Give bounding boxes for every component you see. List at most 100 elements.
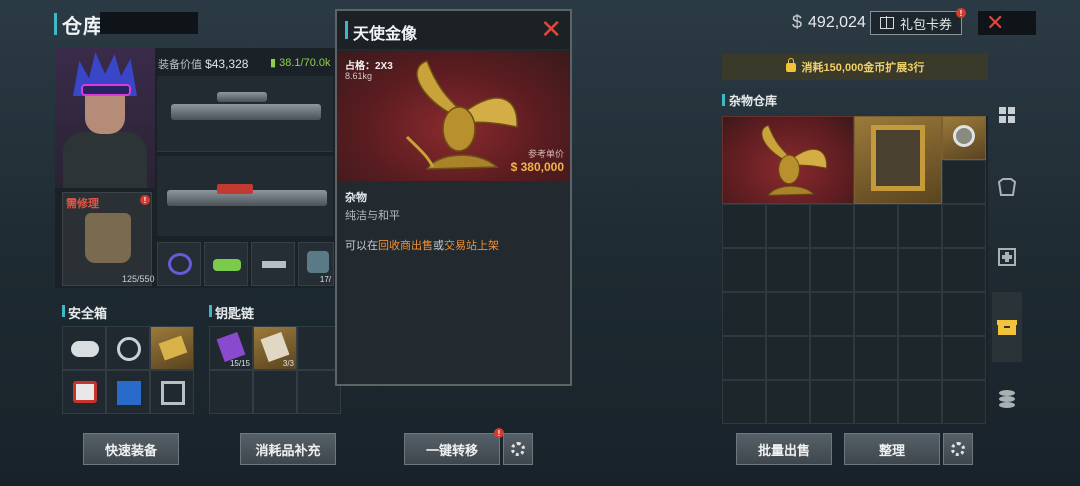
warehouse-cell[interactable]: [766, 248, 810, 292]
warehouse-cell[interactable]: [722, 204, 766, 248]
keycard-count: 3/3: [282, 359, 294, 368]
angel-statue-icon: [405, 60, 518, 170]
angel-statue-item[interactable]: [722, 116, 854, 204]
safe-box-label: 安全箱: [68, 306, 108, 321]
safe-box-slot[interactable]: [62, 370, 106, 414]
tab-misc[interactable]: [992, 292, 1022, 362]
keychain-slot[interactable]: [209, 370, 253, 414]
warehouse-cell[interactable]: [810, 380, 854, 424]
warehouse-cell[interactable]: [898, 336, 942, 380]
coins-icon: [999, 390, 1015, 408]
warehouse-cell[interactable]: [854, 204, 898, 248]
item-detail-popup: 天使金像 ✕ 占格：2X3 8.61kg 参考单价 $ 380,000 杂物 纯…: [335, 9, 572, 386]
warehouse-cell[interactable]: [810, 248, 854, 292]
pocket-watch-icon: [953, 125, 975, 147]
expand-storage-label: 消耗150,000金币扩展3行: [801, 62, 925, 74]
backpack-icon: [307, 251, 329, 273]
pocket-watch-item[interactable]: [942, 116, 986, 160]
warehouse-cell[interactable]: [722, 336, 766, 380]
warehouse-cell[interactable]: [942, 204, 986, 248]
warehouse-cell[interactable]: [898, 248, 942, 292]
keychain-label: 钥匙链: [215, 306, 255, 321]
expand-storage-button[interactable]: 消耗150,000金币扩展3行: [722, 54, 988, 80]
warehouse-cell[interactable]: [810, 336, 854, 380]
medkit-icon: [73, 381, 97, 403]
safe-box-grid: [62, 326, 194, 414]
warehouse-cell[interactable]: [722, 292, 766, 336]
item-weight: 8.61kg: [345, 71, 373, 81]
shotgun-shells: [217, 184, 253, 194]
warehouse-cell[interactable]: [810, 292, 854, 336]
warehouse-cell[interactable]: [854, 248, 898, 292]
grid-icon: [999, 107, 1015, 123]
primary-weapon-slot[interactable]: [157, 76, 333, 152]
safe-box-slot[interactable]: [150, 370, 194, 414]
warehouse-cell[interactable]: [942, 292, 986, 336]
consumable-refill-button[interactable]: 消耗品补充: [240, 433, 336, 465]
secondary-weapon-slot[interactable]: [157, 156, 333, 236]
warehouse-cell[interactable]: [722, 380, 766, 424]
sort-settings-button[interactable]: [943, 433, 973, 465]
warehouse-cell[interactable]: [854, 292, 898, 336]
drone-icon: [117, 337, 141, 361]
warehouse-cell[interactable]: [766, 380, 810, 424]
keychain-slot[interactable]: 15/15: [209, 326, 253, 370]
one-click-transfer-button[interactable]: 一键转移: [404, 433, 500, 465]
pistol-slot[interactable]: [251, 242, 295, 286]
tab-medical[interactable]: [992, 242, 1022, 272]
warehouse-cell[interactable]: [854, 336, 898, 380]
warehouse-cell[interactable]: [898, 292, 942, 336]
angel-statue-icon: [761, 124, 828, 196]
warehouse-cell[interactable]: [766, 336, 810, 380]
warehouse-cell[interactable]: [942, 248, 986, 292]
shoes-slot[interactable]: [204, 242, 248, 286]
gift-notification-badge: !: [956, 8, 966, 18]
safe-box-slot[interactable]: [106, 370, 150, 414]
popup-close-icon[interactable]: ✕: [540, 16, 562, 42]
close-x-icon: ✕: [986, 10, 1005, 35]
rifle-scope: [217, 92, 267, 102]
painting-frame-icon: [871, 125, 925, 191]
backpack-slot[interactable]: 17/: [298, 242, 334, 286]
tab-all[interactable]: [992, 100, 1022, 130]
warehouse-cell[interactable]: [942, 160, 986, 204]
warehouse-cell[interactable]: [942, 336, 986, 380]
keychain-grid: 15/15 3/3: [209, 326, 341, 414]
character-portrait[interactable]: [55, 48, 155, 188]
safe-box-accent: [62, 305, 65, 317]
batch-sell-button[interactable]: 批量出售: [736, 433, 832, 465]
money-display: $ 492,024: [792, 12, 866, 33]
warehouse-cell[interactable]: [898, 380, 942, 424]
tab-coins[interactable]: [992, 384, 1022, 414]
tab-armor[interactable]: [992, 172, 1022, 202]
keychain-slot[interactable]: [253, 370, 297, 414]
painting-item[interactable]: [854, 116, 942, 204]
warehouse-cell[interactable]: [810, 204, 854, 248]
warehouse-cell[interactable]: [766, 204, 810, 248]
close-button[interactable]: ✕: [978, 11, 1036, 35]
warehouse-cell[interactable]: [942, 380, 986, 424]
sort-button[interactable]: 整理: [844, 433, 940, 465]
sell-hint-exchange: 交易站上架: [444, 240, 499, 252]
warehouse-cell[interactable]: [854, 380, 898, 424]
warehouse-cell[interactable]: [898, 204, 942, 248]
transfer-settings-button[interactable]: [503, 433, 533, 465]
rifle-icon: [171, 104, 321, 120]
keychain-accent: [209, 305, 212, 317]
armor-icon: [997, 178, 1017, 196]
sell-hint-prefix: 可以在: [345, 240, 378, 252]
safe-box-slot[interactable]: [106, 326, 150, 370]
misc-box-icon: [997, 320, 1017, 335]
gift-icon: [879, 16, 894, 29]
gas-mask-slot[interactable]: [157, 242, 201, 286]
item-category: 杂物: [345, 192, 367, 204]
safe-box-slot[interactable]: [62, 326, 106, 370]
quick-equip-button[interactable]: 快速装备: [83, 433, 179, 465]
gift-voucher-button[interactable]: 礼包卡券: [870, 11, 962, 35]
equipment-value-amount: $43,328: [205, 57, 249, 71]
equipment-value-label: 装备价值: [158, 59, 202, 71]
keychain-slot[interactable]: 3/3: [253, 326, 297, 370]
safe-box-slot[interactable]: [150, 326, 194, 370]
warehouse-cell[interactable]: [766, 292, 810, 336]
warehouse-cell[interactable]: [722, 248, 766, 292]
